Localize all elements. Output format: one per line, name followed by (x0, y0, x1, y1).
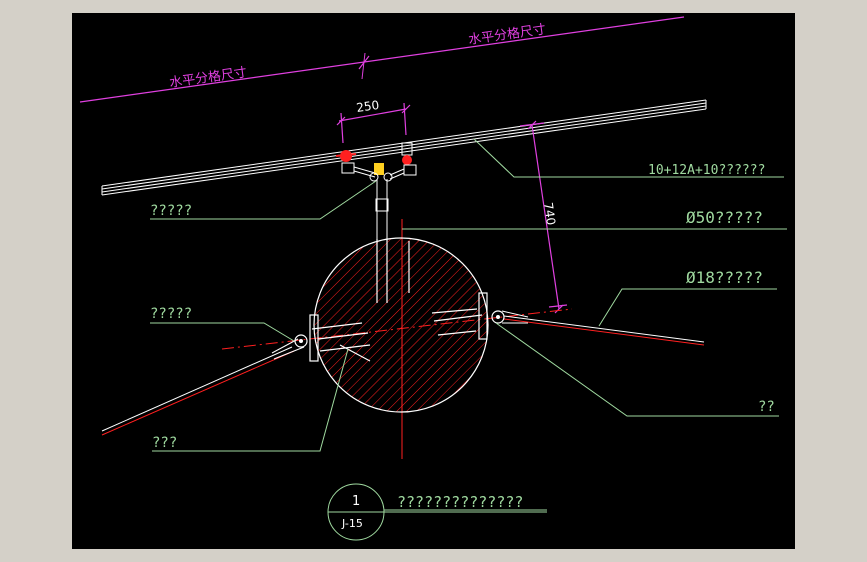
label-glass-spec: 10+12A+10?????? (648, 163, 765, 178)
label-top-left: ????? (150, 203, 192, 219)
detail-sheet: J-15 (341, 517, 363, 530)
grid-dimension-label-right: 水平分格尺寸 (467, 21, 546, 48)
tie-rod-left (101, 334, 308, 436)
spider-fitting-top (335, 142, 417, 239)
grid-dimension-ext (361, 52, 366, 80)
dimension-250-label: 250 (355, 98, 380, 115)
spherical-node-section (313, 237, 489, 413)
label-bottom-right: ?? (758, 399, 775, 415)
label-mid-left: ????? (150, 306, 192, 322)
glass-support-detail-drawing: 水平分格尺寸 水平分格尺寸 250 740 10+12A+10?????? ??… (79, 16, 787, 541)
tie-rod-right (491, 310, 705, 346)
dimension-740-label: 740 (541, 201, 558, 226)
detail-title: ?????????????? (397, 493, 523, 511)
label-bottom-left: ??? (152, 435, 177, 451)
label-phi18: Ø18????? (686, 268, 763, 287)
detail-number: 1 (352, 494, 360, 509)
glass-panel (101, 99, 707, 196)
grid-dimension-label-left: 水平分格尺寸 (168, 64, 247, 91)
cad-drawing-area: 水平分格尺寸 水平分格尺寸 250 740 10+12A+10?????? ??… (72, 13, 795, 549)
label-phi50: Ø50????? (686, 208, 763, 227)
